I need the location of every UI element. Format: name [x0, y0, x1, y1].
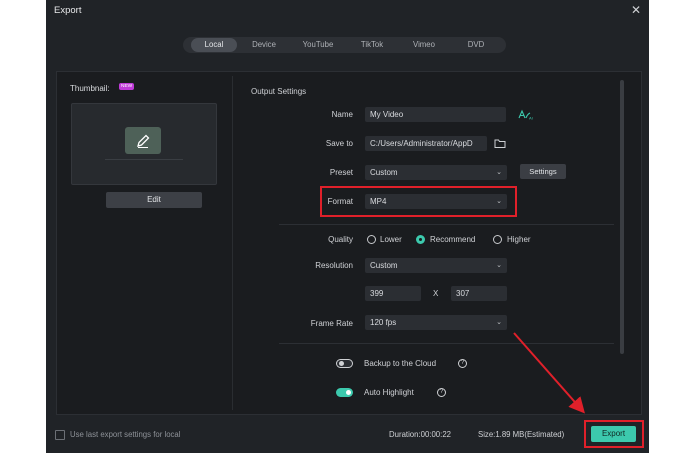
dimension-x-label: X [433, 289, 439, 298]
size-text: Size:1.89 MB(Estimated) [478, 430, 565, 439]
close-icon[interactable]: ✕ [631, 3, 641, 17]
chevron-down-icon: ⌄ [496, 169, 502, 176]
tab-device[interactable]: Device [241, 38, 287, 52]
width-input[interactable]: 399 [365, 286, 421, 301]
title-bar: Export ✕ [46, 0, 649, 22]
name-label: Name [331, 110, 353, 119]
tab-youtube[interactable]: YouTube [293, 38, 343, 52]
auto-highlight-label: Auto Highlight [364, 388, 414, 397]
tab-dvd[interactable]: DVD [453, 38, 499, 52]
export-highlight-box [584, 420, 644, 448]
resolution-select[interactable]: Custom ⌄ [365, 258, 507, 273]
quality-higher-radio[interactable] [493, 235, 502, 244]
new-badge: NEW [119, 83, 135, 90]
panel-divider [232, 76, 233, 410]
thumbnail-shadow [105, 159, 183, 160]
edit-thumbnail-button[interactable]: Edit [106, 192, 202, 208]
help-icon[interactable]: ? [437, 388, 446, 397]
scrollbar[interactable] [620, 80, 624, 354]
thumbnail-label: Thumbnail: [70, 84, 110, 93]
tab-vimeo[interactable]: Vimeo [401, 38, 447, 52]
duration-text: Duration:00:00:22 [389, 430, 451, 439]
height-input[interactable]: 307 [451, 286, 507, 301]
settings-panel: Thumbnail: NEW Edit Output Settings Name… [56, 71, 642, 415]
resolution-label: Resolution [315, 261, 353, 270]
frame-rate-label: Frame Rate [310, 319, 353, 328]
quality-lower-label: Lower [380, 235, 402, 244]
name-input[interactable]: My Video [365, 107, 506, 122]
tab-local[interactable]: Local [191, 38, 237, 52]
use-last-settings-checkbox[interactable] [55, 430, 65, 440]
section-divider [279, 224, 614, 225]
preset-value: Custom [370, 168, 398, 177]
toggle-knob [339, 361, 344, 366]
quality-lower-radio[interactable] [367, 235, 376, 244]
export-dialog: Export ✕ Local Device YouTube TikTok Vim… [46, 0, 649, 453]
thumbnail-preview[interactable] [71, 103, 217, 185]
frame-rate-value: 120 fps [370, 318, 397, 327]
use-last-settings-label: Use last export settings for local [70, 430, 181, 439]
chevron-down-icon: ⌄ [496, 319, 502, 326]
preset-label: Preset [329, 168, 353, 177]
help-icon[interactable]: ? [458, 359, 467, 368]
format-highlight-box [320, 186, 517, 217]
output-settings-title: Output Settings [251, 87, 307, 96]
preset-select[interactable]: Custom ⌄ [365, 165, 507, 180]
section-divider [279, 343, 614, 344]
backup-toggle[interactable] [336, 359, 353, 368]
chevron-down-icon: ⌄ [496, 262, 502, 269]
quality-recommend-label: Recommend [430, 235, 476, 244]
resolution-value: Custom [370, 261, 398, 270]
toggle-knob [346, 390, 351, 395]
folder-icon[interactable] [493, 136, 507, 151]
quality-higher-label: Higher [507, 235, 531, 244]
dialog-title: Export [54, 5, 82, 16]
export-target-tabs: Local Device YouTube TikTok Vimeo DVD [183, 37, 506, 53]
frame-rate-select[interactable]: 120 fps ⌄ [365, 315, 507, 330]
quality-label: Quality [328, 235, 353, 244]
save-path-input[interactable]: C:/Users/Administrator/AppD [365, 136, 487, 151]
save-to-label: Save to [325, 139, 353, 148]
ai-rename-icon[interactable]: AI [517, 109, 533, 120]
pencil-icon [125, 127, 161, 154]
settings-button[interactable]: Settings [520, 164, 566, 179]
backup-label: Backup to the Cloud [364, 359, 437, 368]
tab-tiktok[interactable]: TikTok [349, 38, 395, 52]
auto-highlight-toggle[interactable] [336, 388, 353, 397]
quality-recommend-radio[interactable] [416, 235, 425, 244]
svg-text:AI: AI [529, 116, 533, 121]
